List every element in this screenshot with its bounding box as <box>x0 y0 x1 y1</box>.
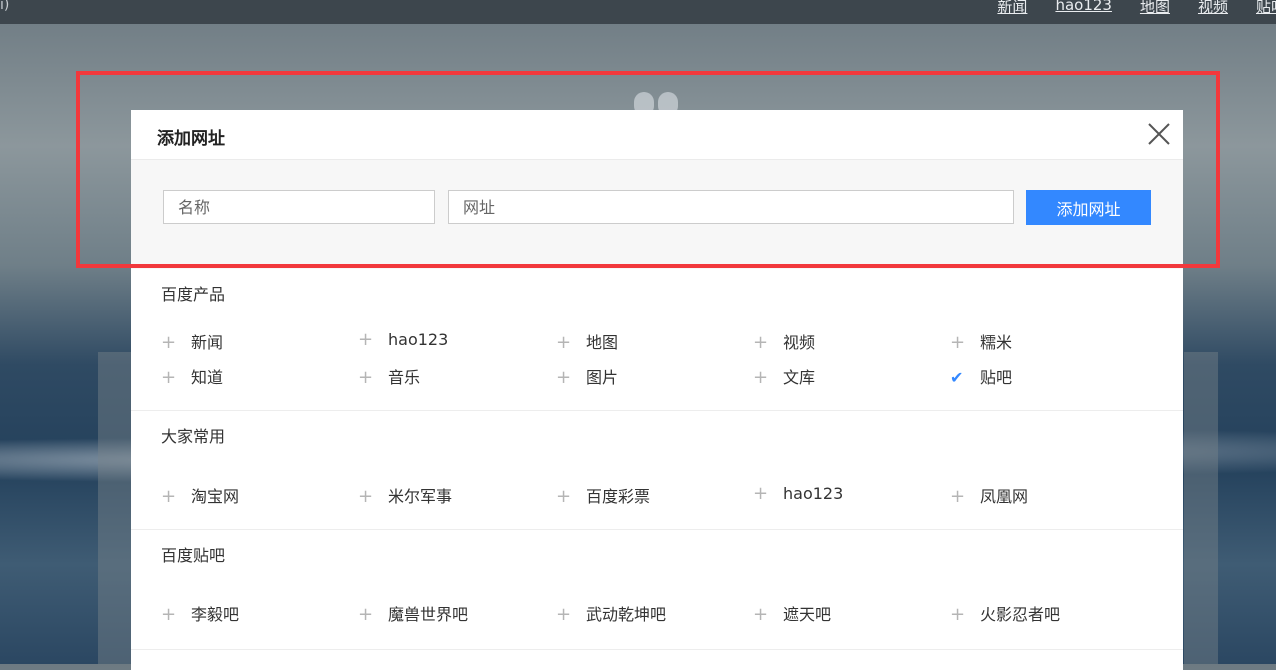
plus-icon: + <box>161 604 177 625</box>
plus-icon: + <box>556 486 572 507</box>
section-title: 百度产品 <box>161 285 226 304</box>
background-logo <box>634 92 684 116</box>
shortcut-item-ifeng[interactable]: + 凤凰网 <box>950 483 1028 507</box>
plus-icon: + <box>556 332 572 353</box>
dialog-header: 添加网址 <box>131 110 1183 160</box>
shortcut-item-wudong[interactable]: + 武动乾坤吧 <box>556 601 666 625</box>
add-url-dialog: 添加网址 添加网址 百度产品 +新闻 +hao123 +地图 +视频 +糯米 +… <box>131 110 1183 670</box>
shortcut-item-images[interactable]: + 图片 <box>556 364 618 388</box>
section-title: 大家常用 <box>161 427 226 446</box>
top-nav-tieba[interactable]: 贴吧 <box>1256 0 1276 17</box>
plus-icon: + <box>358 604 374 625</box>
top-nav: 新闻 hao123 地图 视频 贴吧 <box>997 0 1276 17</box>
plus-icon: + <box>950 604 966 625</box>
plus-icon: + <box>556 367 572 388</box>
shortcut-item-miltary[interactable]: + 米尔军事 <box>358 483 452 507</box>
plus-icon: + <box>161 367 177 388</box>
top-nav-news[interactable]: 新闻 <box>997 0 1027 17</box>
shortcut-item-wow[interactable]: + 魔兽世界吧 <box>358 601 468 625</box>
section-popular: 大家常用 + 淘宝网 + 米尔军事 + 百度彩票 + hao123 + 凤凰网 <box>131 411 1183 530</box>
plus-icon: + <box>556 604 572 625</box>
shortcut-item-news[interactable]: + 新闻 <box>161 329 223 353</box>
top-bar: ı) 新闻 hao123 地图 视频 贴吧 <box>0 0 1276 24</box>
top-nav-video[interactable]: 视频 <box>1198 0 1228 17</box>
background-panel-right <box>1184 352 1218 664</box>
shortcut-item-hao123-popular[interactable]: + hao123 <box>753 483 843 504</box>
plus-icon: + <box>753 483 769 504</box>
close-icon[interactable] <box>1145 120 1173 148</box>
plus-icon: + <box>161 332 177 353</box>
plus-icon: + <box>753 332 769 353</box>
shortcut-item-video[interactable]: + 视频 <box>753 329 815 353</box>
shortcut-item-zhetian[interactable]: + 遮天吧 <box>753 601 831 625</box>
shortcut-item-liyi[interactable]: + 李毅吧 <box>161 601 239 625</box>
add-url-button[interactable]: 添加网址 <box>1026 190 1151 225</box>
section-tieba: 百度贴吧 + 李毅吧 + 魔兽世界吧 + 武动乾坤吧 + 遮天吧 + 火影忍者吧 <box>131 530 1183 650</box>
shortcut-item-tieba[interactable]: ✔ 贴吧 <box>950 364 1012 388</box>
name-input[interactable] <box>163 190 435 224</box>
top-left-glyph: ı) <box>0 0 10 13</box>
add-url-form: 添加网址 <box>131 160 1183 269</box>
checkmark-icon: ✔ <box>950 368 964 387</box>
top-nav-map[interactable]: 地图 <box>1140 0 1170 17</box>
section-title: 百度贴吧 <box>161 546 226 565</box>
plus-icon: + <box>950 486 966 507</box>
dialog-title: 添加网址 <box>157 129 225 149</box>
shortcut-item-nuomi[interactable]: + 糯米 <box>950 329 1012 353</box>
plus-icon: + <box>358 367 374 388</box>
plus-icon: + <box>161 486 177 507</box>
shortcut-item-naruto[interactable]: + 火影忍者吧 <box>950 601 1060 625</box>
plus-icon: + <box>358 486 374 507</box>
shortcut-item-zhidao[interactable]: + 知道 <box>161 364 223 388</box>
section-baidu-products: 百度产品 + 新闻 + hao123 + 地图 + 视频 + 糯米 + 知道 + 音乐 + 图片… <box>131 269 1183 411</box>
top-nav-hao123[interactable]: hao123 <box>1055 0 1112 17</box>
shortcut-item-wenku[interactable]: + 文库 <box>753 364 815 388</box>
shortcut-item-taobao[interactable]: + 淘宝网 <box>161 483 239 507</box>
shortcut-item-music[interactable]: + 音乐 <box>358 364 420 388</box>
shortcut-item-map[interactable]: + 地图 <box>556 329 618 353</box>
shortcut-item-lottery[interactable]: + 百度彩票 <box>556 483 650 507</box>
plus-icon: + <box>358 329 374 350</box>
plus-icon: + <box>753 604 769 625</box>
background-panel-left <box>98 352 132 664</box>
plus-icon: + <box>753 367 769 388</box>
shortcut-item-hao123[interactable]: + hao123 <box>358 329 448 350</box>
url-input[interactable] <box>448 190 1014 224</box>
plus-icon: + <box>950 332 966 353</box>
